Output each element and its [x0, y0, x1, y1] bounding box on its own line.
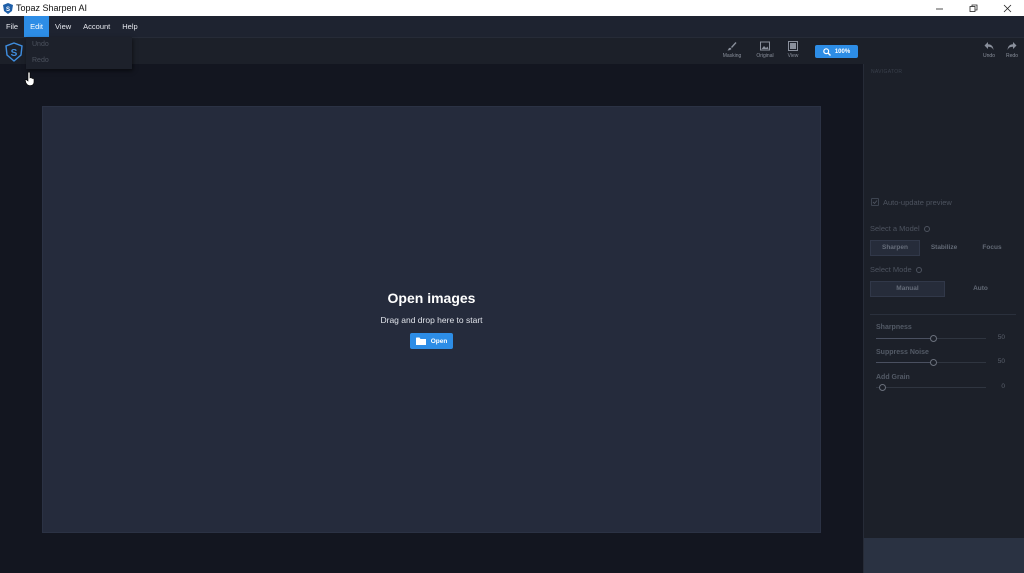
- menu-file[interactable]: File: [0, 16, 24, 37]
- zoom-level: 100%: [834, 48, 851, 55]
- select-mode-label: Select Mode: [870, 265, 922, 274]
- auto-update-label: Auto-update preview: [883, 198, 952, 207]
- select-model-label: Select a Model: [870, 224, 930, 233]
- suppress-noise-label: Suppress Noise: [876, 349, 929, 356]
- minimize-button[interactable]: [922, 0, 956, 16]
- add-grain-track: [876, 387, 986, 388]
- undo-arrow-icon: [984, 42, 994, 50]
- menu-account[interactable]: Account: [77, 16, 116, 37]
- original-label: Original: [756, 53, 774, 59]
- auto-update-checkbox[interactable]: [871, 198, 879, 206]
- panel-divider: [870, 314, 1016, 315]
- info-icon[interactable]: [915, 267, 922, 274]
- suppress-noise-value: 50: [997, 358, 1005, 365]
- restore-button[interactable]: [956, 0, 990, 16]
- open-button[interactable]: Open: [410, 333, 453, 349]
- add-grain-slider-handle[interactable]: [879, 384, 886, 391]
- app-logo-icon: S: [3, 2, 13, 14]
- select-model-text: Select a Model: [870, 224, 920, 233]
- edit-menu-dropdown: Undo Redo: [26, 37, 132, 69]
- toolbar: S Masking Original View 100% Undo Redo: [0, 37, 1024, 64]
- svg-text:S: S: [6, 7, 10, 13]
- zoom-button[interactable]: 100%: [815, 45, 858, 58]
- view-icon: [788, 41, 798, 51]
- drop-zone-title: Open images: [387, 290, 476, 306]
- model-option-stabilize[interactable]: Stabilize: [920, 240, 968, 256]
- mode-option-manual[interactable]: Manual: [870, 281, 945, 297]
- checkbox-icon: [872, 200, 878, 205]
- redo-label: Redo: [1006, 53, 1018, 59]
- svg-text:S: S: [11, 48, 18, 59]
- original-tool[interactable]: Original: [750, 41, 780, 59]
- topaz-s-logo[interactable]: S: [5, 42, 23, 62]
- masking-tool[interactable]: Masking: [717, 41, 747, 59]
- undo-label: Undo: [983, 53, 995, 59]
- view-label: View: [787, 53, 799, 59]
- menu-view[interactable]: View: [49, 16, 77, 37]
- add-grain-value: 0: [1001, 383, 1005, 390]
- drop-zone-subtitle: Drag and drop here to start: [380, 315, 483, 325]
- sharpness-value: 50: [997, 334, 1005, 341]
- info-icon[interactable]: [923, 226, 930, 233]
- mode-option-auto[interactable]: Auto: [945, 281, 1016, 297]
- close-icon: [1003, 4, 1011, 12]
- close-button[interactable]: [990, 0, 1024, 16]
- add-grain-label: Add Grain: [876, 374, 910, 381]
- menu-help[interactable]: Help: [116, 16, 143, 37]
- menu-edit[interactable]: Edit: [24, 16, 50, 37]
- restore-icon: [969, 4, 977, 12]
- brush-icon: [727, 42, 737, 51]
- menu-bar: File Edit View Account Help: [0, 16, 1024, 37]
- view-tool[interactable]: View: [778, 41, 808, 59]
- model-option-focus[interactable]: Focus: [968, 240, 1016, 256]
- suppress-noise-slider-handle[interactable]: [930, 359, 937, 366]
- hand-cursor: [25, 72, 35, 86]
- window-title: Topaz Sharpen AI: [16, 3, 88, 13]
- redo-arrow-icon: [1007, 42, 1017, 50]
- zoom-magnifier-icon: [823, 47, 831, 56]
- minimize-icon: [935, 8, 943, 9]
- sharpness-fill: [876, 338, 933, 339]
- suppress-noise-fill: [876, 362, 933, 363]
- masking-label: Masking: [722, 53, 742, 59]
- edit-menu-undo[interactable]: Undo: [26, 37, 132, 53]
- folder-icon: [415, 337, 426, 345]
- select-mode-text: Select Mode: [870, 265, 912, 274]
- image-icon: [760, 41, 770, 51]
- navigator-label: NAVIGATOR: [871, 69, 903, 75]
- process-footer: [864, 538, 1024, 573]
- edit-menu-redo[interactable]: Redo: [26, 53, 132, 69]
- sharpness-slider-handle[interactable]: [930, 335, 937, 342]
- redo-button[interactable]: Redo: [997, 41, 1024, 59]
- title-bar: S Topaz Sharpen AI: [0, 0, 1024, 16]
- settings-panel: [863, 64, 1024, 573]
- open-button-label: Open: [430, 337, 448, 345]
- model-option-sharpen[interactable]: Sharpen: [870, 240, 920, 256]
- sharpness-label: Sharpness: [876, 324, 912, 331]
